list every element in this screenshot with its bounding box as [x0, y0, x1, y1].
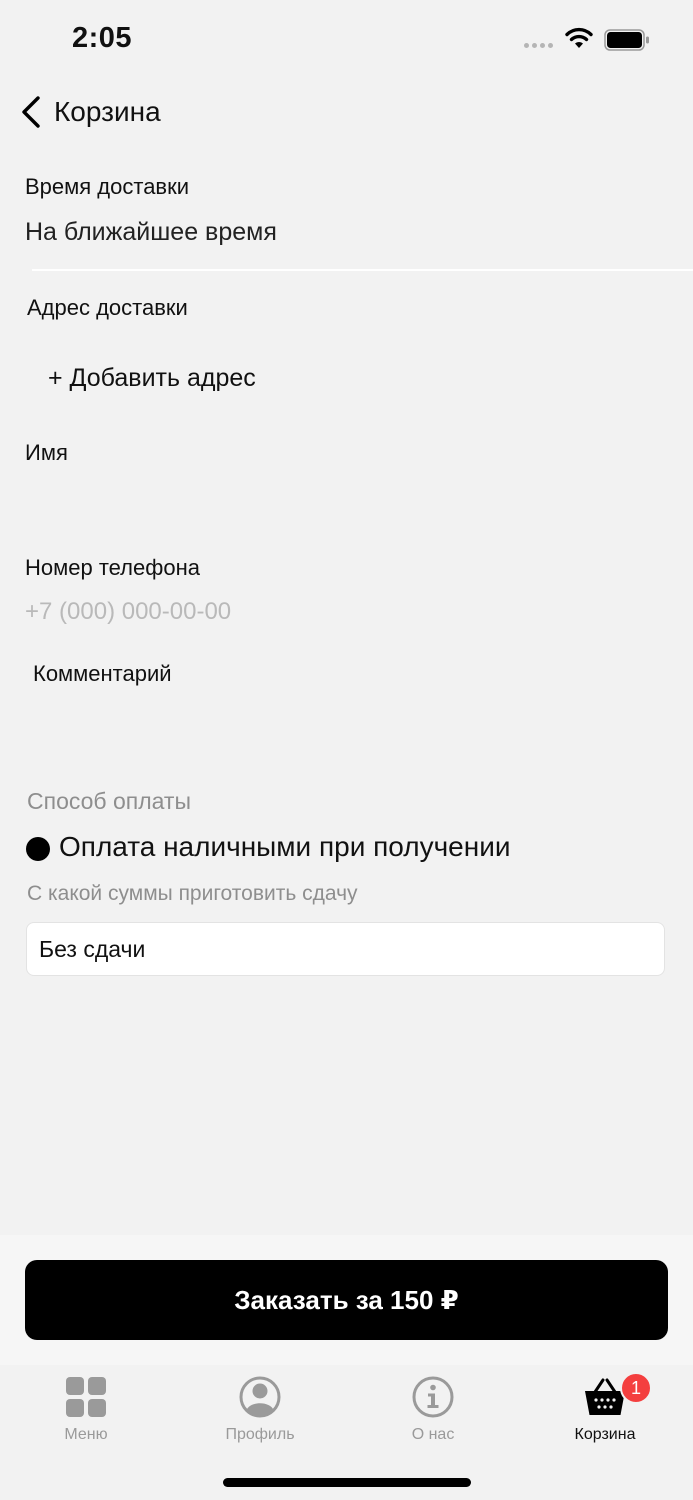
name-input[interactable] [24, 478, 669, 524]
phone-input[interactable]: +7 (000) 000-00-00 [25, 598, 231, 626]
tab-profile-label: Профиль [225, 1426, 295, 1443]
payment-radio[interactable] [26, 837, 50, 861]
grid-icon [66, 1377, 106, 1417]
phone-label: Номер телефона [25, 555, 200, 580]
cart-badge: 1 [620, 1372, 652, 1404]
add-address-button[interactable]: + Добавить адрес [48, 364, 256, 393]
wifi-icon [565, 27, 593, 48]
back-chevron-icon[interactable] [14, 92, 50, 132]
comment-input[interactable] [24, 700, 669, 746]
signal-icon [524, 43, 553, 48]
change-label: С какой суммы приготовить сдачу [27, 882, 358, 905]
home-indicator [223, 1478, 471, 1487]
delivery-time-value[interactable]: На ближайшее время [25, 218, 277, 247]
delivery-time-label: Время доставки [25, 174, 190, 199]
comment-label: Комментарий [33, 661, 172, 686]
page-title: Корзина [54, 96, 161, 127]
tab-about[interactable]: О нас [373, 1374, 493, 1444]
status-time: 2:05 [72, 22, 133, 54]
tab-menu[interactable]: Меню [26, 1374, 146, 1444]
tab-menu-label: Меню [64, 1426, 108, 1443]
battery-icon [604, 29, 649, 51]
change-value: Без сдачи [39, 935, 146, 962]
payment-label: Способ оплаты [27, 788, 191, 814]
divider [32, 269, 693, 271]
change-input[interactable]: Без сдачи [26, 922, 665, 976]
name-label: Имя [25, 440, 68, 465]
order-button[interactable]: Заказать за 150 ₽ [25, 1260, 668, 1340]
order-button-label: Заказать за 150 ₽ [234, 1284, 459, 1315]
tab-profile[interactable]: Профиль [200, 1374, 320, 1444]
address-label: Адрес доставки [27, 295, 188, 320]
payment-method-label[interactable]: Оплата наличными при получении [59, 831, 510, 863]
tab-cart-label: Корзина [574, 1426, 636, 1443]
tab-about-label: О нас [411, 1426, 455, 1443]
profile-icon [239, 1376, 281, 1418]
info-icon [412, 1376, 454, 1418]
